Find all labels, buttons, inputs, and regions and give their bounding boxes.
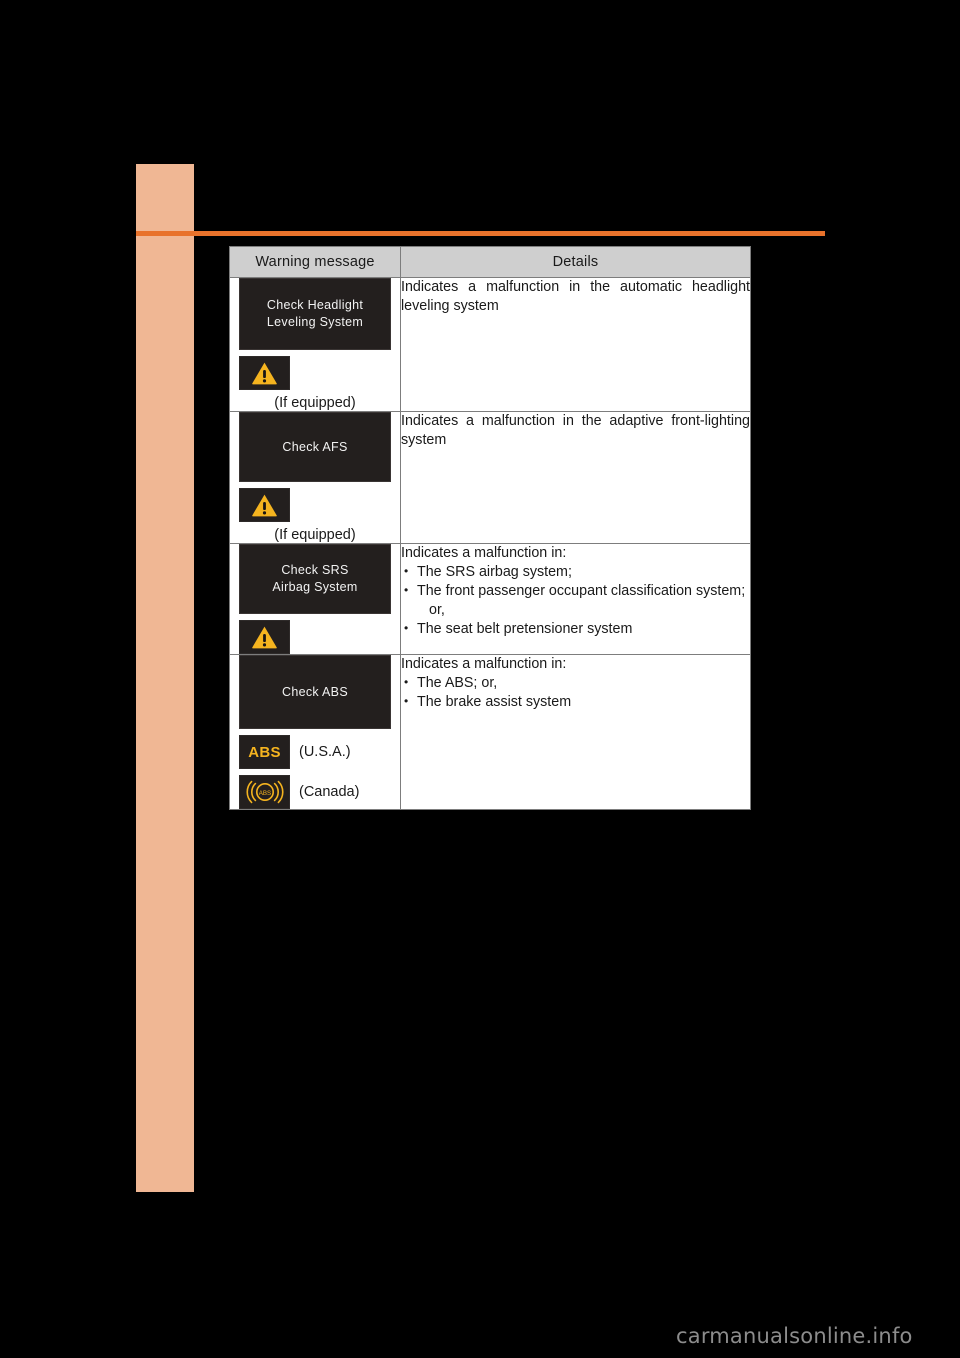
- list-item: The brake assist system: [401, 692, 750, 712]
- abs-usa-caption: (U.S.A.): [299, 744, 351, 760]
- abs-canada-caption: (Canada): [299, 784, 360, 800]
- column-header-warning-message: Warning message: [229, 246, 401, 278]
- lcd-line-2: Leveling System: [266, 315, 364, 329]
- lcd-line-1: Check AFS: [282, 439, 348, 454]
- lcd-line-1: Check ABS: [282, 684, 348, 699]
- list-item: The ABS; or,: [401, 673, 750, 693]
- column-header-details: Details: [400, 246, 751, 278]
- site-watermark: carmanualsonline.info: [676, 1324, 913, 1348]
- indicator-icon-row-usa: ABS (U.S.A.): [239, 735, 400, 769]
- details-bullet-list: The ABS; or, The brake assist system: [401, 673, 750, 712]
- lcd-line-2: Airbag System: [272, 580, 358, 594]
- warning-message-cell: Check AFS (If equipped): [229, 411, 401, 544]
- lcd-display-abs: Check ABS: [239, 655, 391, 729]
- table-row: Check ABS ABS (U.S.A.) ABS (Canada) Indi…: [229, 654, 751, 810]
- lcd-display-srs-airbag: Check SRS Airbag System: [239, 544, 391, 614]
- table-row: Check AFS (If equipped) Indicates a malf…: [229, 411, 751, 544]
- list-item-continuation: or,: [429, 602, 445, 618]
- warning-message-cell: Check Headlight Leveling System (If equi…: [229, 277, 401, 412]
- lcd-line-1: Check Headlight: [266, 298, 364, 312]
- if-equipped-note: (If equipped): [274, 395, 356, 411]
- header-rule: [136, 231, 825, 236]
- abs-circle-icon: ABS: [239, 775, 290, 809]
- svg-text:ABS: ABS: [258, 790, 270, 797]
- abs-icon-label: ABS: [248, 743, 281, 761]
- warning-triangle-icon: [239, 488, 290, 522]
- list-item: The SRS airbag system;: [401, 562, 750, 582]
- details-lead-text: Indicates a malfunction in the adaptive …: [401, 413, 750, 448]
- list-item: The seat belt pretensioner system: [401, 619, 750, 639]
- lcd-line-1: Check SRS: [281, 563, 349, 577]
- lcd-display-headlight-leveling: Check Headlight Leveling System: [239, 278, 391, 350]
- table-header-row: Warning message Details: [229, 246, 751, 278]
- lcd-display-afs: Check AFS: [239, 412, 391, 482]
- warning-message-cell: Check ABS ABS (U.S.A.) ABS (Canada): [229, 654, 401, 810]
- if-equipped-note: (If equipped): [274, 527, 356, 543]
- details-lead-text: Indicates a malfunction in:: [401, 656, 567, 672]
- indicator-icon-row: [239, 356, 400, 390]
- warning-triangle-icon: [239, 620, 290, 654]
- details-cell: Indicates a malfunction in the automatic…: [400, 277, 751, 412]
- warning-message-table: Warning message Details Check Headlight …: [229, 246, 751, 810]
- manual-page: Warning message Details Check Headlight …: [0, 0, 960, 1358]
- details-cell: Indicates a malfunction in the adaptive …: [400, 411, 751, 544]
- table-row: Check SRS Airbag System Indicates a malf…: [229, 543, 751, 655]
- indicator-icon-row: [239, 488, 400, 522]
- indicator-icon-row: [239, 620, 400, 654]
- details-lead-text: Indicates a malfunction in:: [401, 545, 567, 561]
- details-lead-text: Indicates a malfunction in the automatic…: [401, 279, 750, 314]
- abs-text-icon: ABS: [239, 735, 290, 769]
- details-cell: Indicates a malfunction in: The SRS airb…: [400, 543, 751, 655]
- details-bullet-list: The SRS airbag system; The front passeng…: [401, 562, 750, 639]
- details-cell: Indicates a malfunction in: The ABS; or,…: [400, 654, 751, 810]
- indicator-icon-row-canada: ABS (Canada): [239, 775, 400, 809]
- page-side-tab: [136, 164, 194, 1192]
- warning-message-cell: Check SRS Airbag System: [229, 543, 401, 655]
- list-item: The front passenger occupant classificat…: [401, 581, 750, 601]
- warning-triangle-icon: [239, 356, 290, 390]
- table-row: Check Headlight Leveling System (If equi…: [229, 277, 751, 412]
